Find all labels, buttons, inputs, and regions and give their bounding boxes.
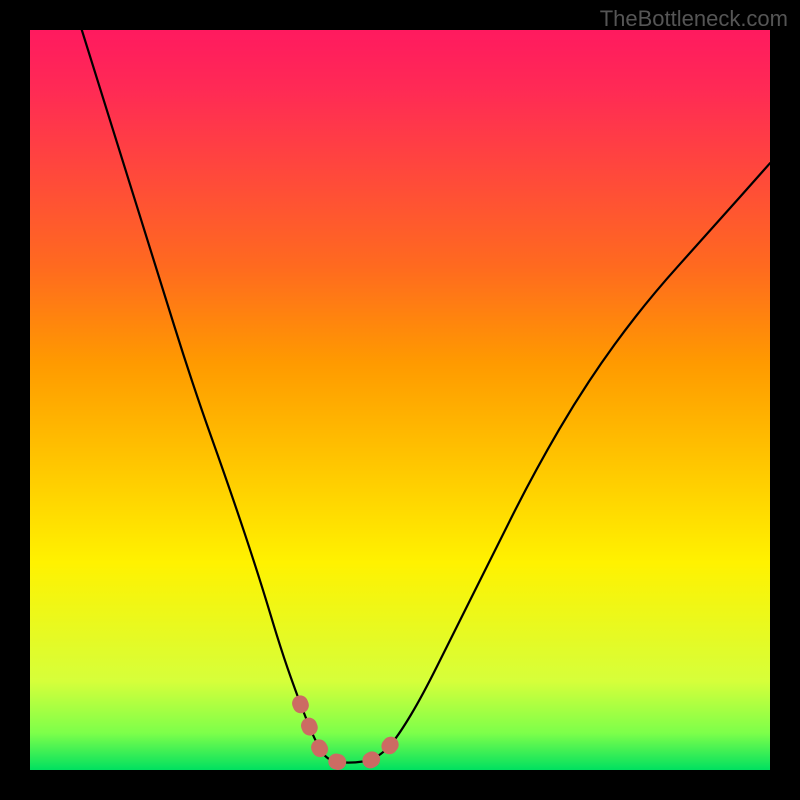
watermark-text: TheBottleneck.com [600,6,788,32]
chart-svg [30,30,770,770]
bottleneck-curve [82,30,770,763]
valley-left-blob [300,703,341,762]
chart-plot-area [30,30,770,770]
annotation-blobs [300,703,400,762]
